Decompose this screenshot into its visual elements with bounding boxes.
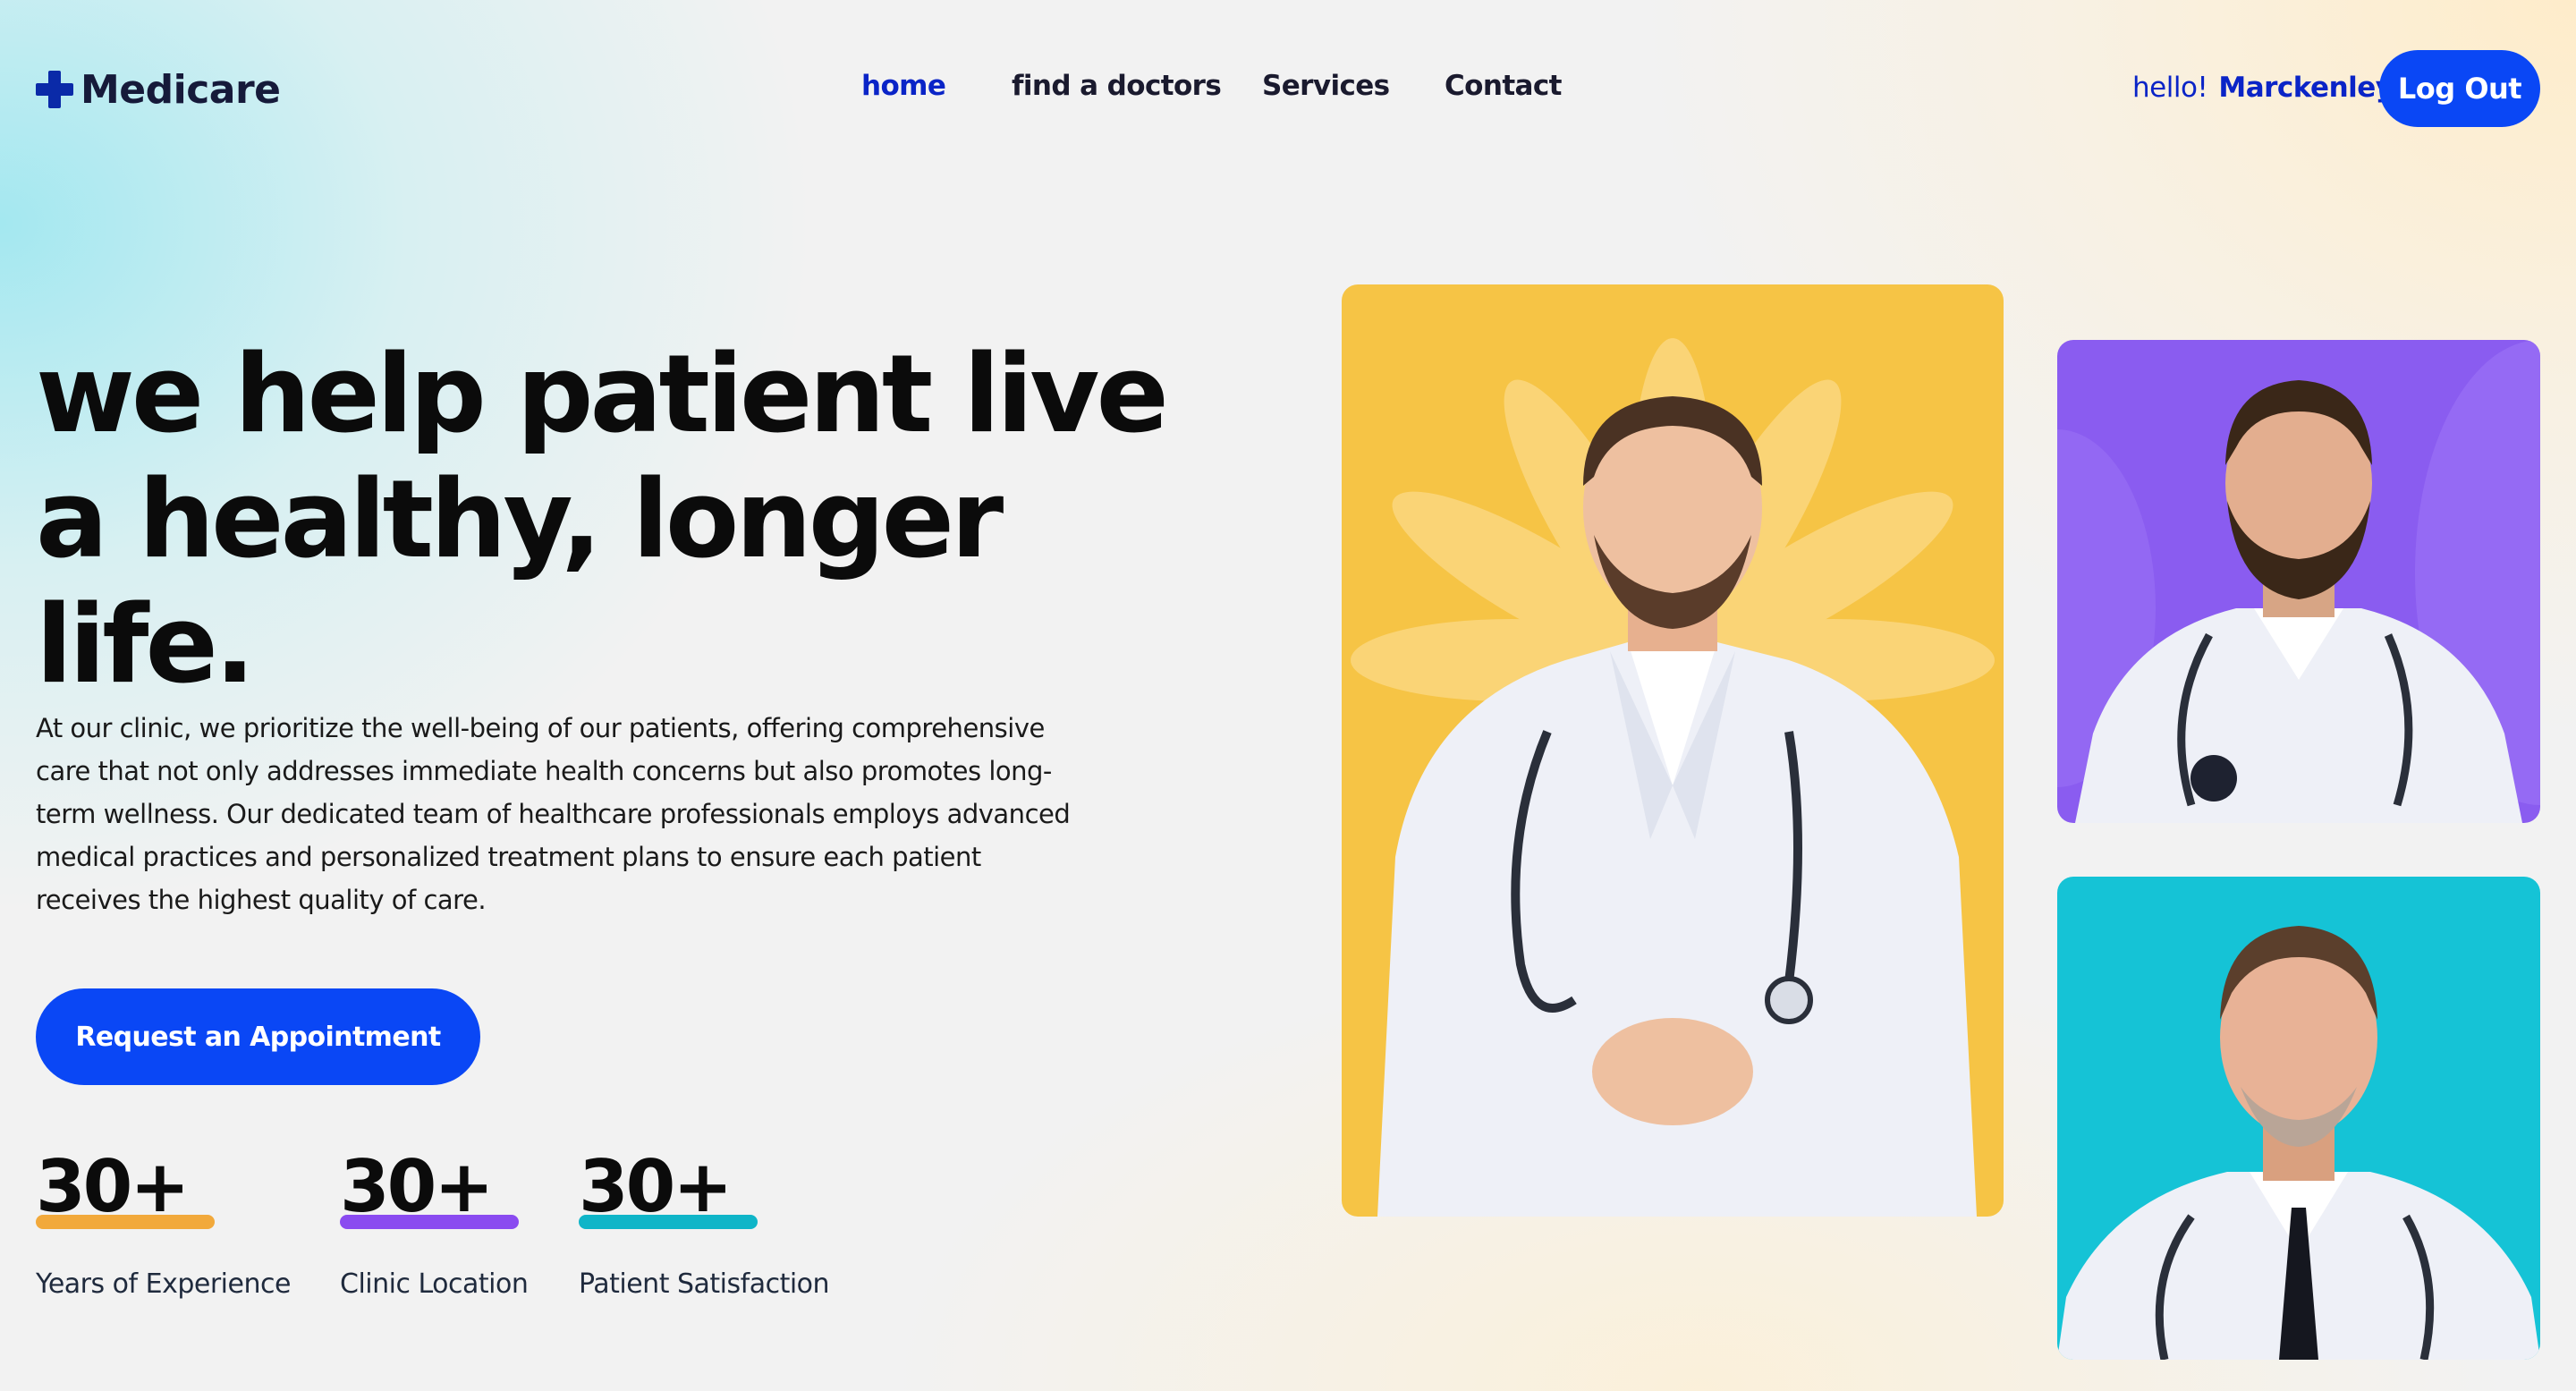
- stat-label: Clinic Location: [340, 1268, 529, 1300]
- stat-years-experience: 30+ Years of Experience: [36, 1145, 291, 1300]
- doctor-card-secondary: [2057, 340, 2540, 823]
- site-header: Medicare home find a doctors Services Co…: [0, 0, 2576, 179]
- medical-cross-icon: [36, 71, 73, 108]
- nav-link-home[interactable]: home: [861, 70, 946, 102]
- doctor-portrait-image: [2057, 340, 2540, 823]
- nav-link-find-doctors[interactable]: find a doctors: [1012, 70, 1222, 102]
- doctor-portrait-image: [1351, 338, 1995, 1217]
- headline-line-2: a healthy, longer: [36, 458, 1004, 582]
- logout-button[interactable]: Log Out: [2379, 50, 2540, 127]
- stat-value: 30+: [340, 1145, 494, 1228]
- stat-patient-satisfaction: 30+ Patient Satisfaction: [579, 1145, 830, 1300]
- stat-clinic-location: 30+ Clinic Location: [340, 1145, 529, 1300]
- brand-name: Medicare: [80, 66, 281, 113]
- doctor-card-primary: [1342, 284, 2004, 1217]
- hero-headline: we help patient live a healthy, longer l…: [36, 333, 1169, 708]
- request-appointment-button[interactable]: Request an Appointment: [36, 988, 480, 1085]
- stat-label: Years of Experience: [36, 1268, 291, 1300]
- nav-link-contact[interactable]: Contact: [1445, 70, 1562, 102]
- user-greeting: hello! Marckenley: [2132, 72, 2394, 104]
- stat-value: 30+: [36, 1145, 190, 1228]
- headline-line-1: we help patient live: [36, 333, 1169, 457]
- stat-value: 30+: [579, 1145, 733, 1228]
- doctor-card-tertiary: [2057, 877, 2540, 1360]
- user-name[interactable]: Marckenley: [2218, 72, 2394, 104]
- headline-line-3: life.: [36, 583, 255, 708]
- brand-logo[interactable]: Medicare: [36, 64, 281, 115]
- greeting-text: hello!: [2132, 72, 2208, 104]
- nav-link-services[interactable]: Services: [1262, 70, 1390, 102]
- stat-label: Patient Satisfaction: [579, 1268, 830, 1300]
- hero-description: At our clinic, we prioritize the well-be…: [36, 713, 1071, 915]
- doctor-portrait-image: [2057, 926, 2540, 1360]
